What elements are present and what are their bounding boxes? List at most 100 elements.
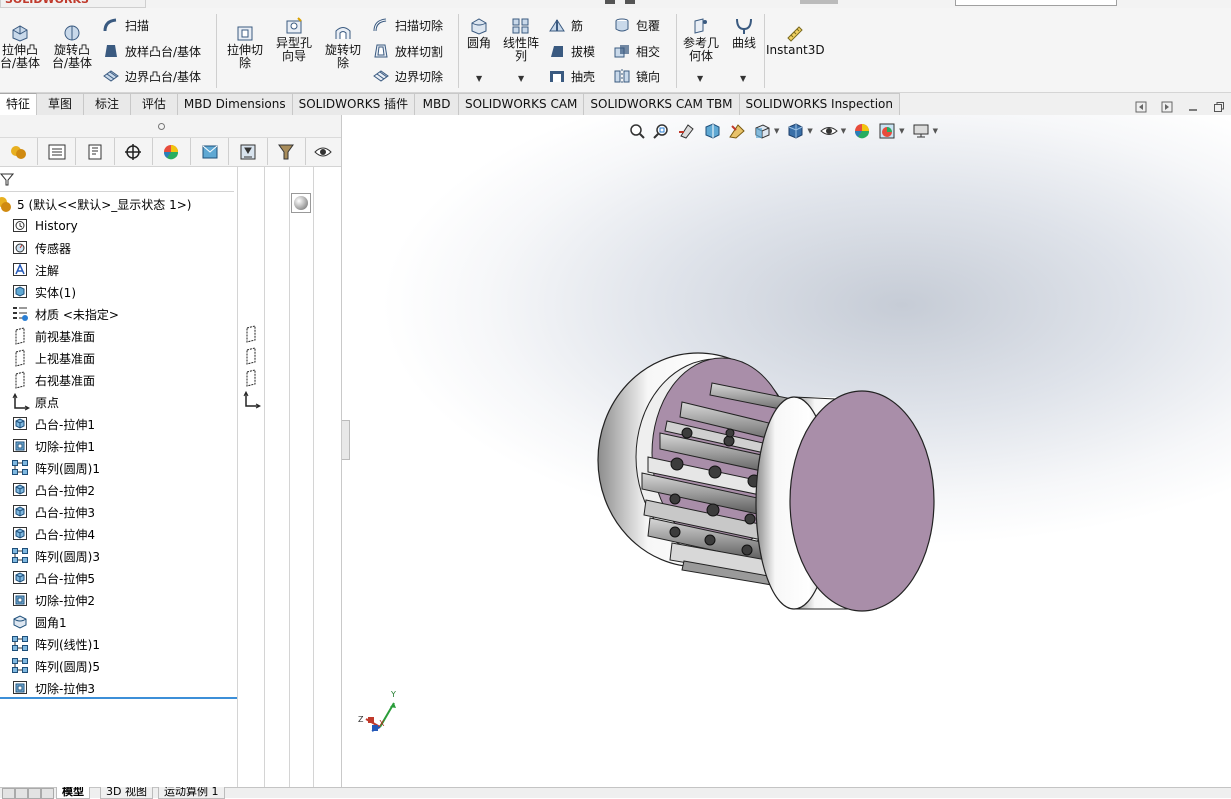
tab-features[interactable]: 特征	[0, 93, 38, 115]
tile-right-icon[interactable]	[1161, 101, 1173, 113]
hole-wizard-button[interactable]: 异型孔 向导	[271, 17, 317, 63]
tree-item[interactable]: 阵列(线性)1	[12, 633, 100, 655]
extrude-boss-button[interactable]: 拉伸凸 台/基体	[0, 24, 44, 70]
tree-item[interactable]: 传感器	[12, 237, 71, 259]
cam-feature-tab[interactable]	[191, 138, 230, 165]
tree-item-label: 原点	[35, 395, 60, 410]
tree-item[interactable]: 实体(1)	[12, 281, 76, 303]
draft-button[interactable]: 拔模	[548, 41, 595, 61]
solid-body-icon	[13, 285, 27, 298]
tree-item[interactable]: 阵列(圆周)3	[12, 545, 100, 567]
tree-item[interactable]: 前视基准面	[12, 325, 95, 347]
tree-item[interactable]: 凸台-拉伸2	[12, 479, 95, 501]
toolbar-button[interactable]	[800, 0, 838, 4]
tab-mbd[interactable]: MBD	[415, 93, 459, 115]
menu-button[interactable]	[625, 0, 635, 4]
tree-item[interactable]: 切除-拉伸3	[12, 677, 95, 699]
cam-tool-tab[interactable]	[268, 138, 306, 165]
feature-manager-tab[interactable]	[0, 138, 39, 165]
tree-item[interactable]: 凸台-拉伸3	[12, 501, 95, 523]
minimize-icon[interactable]	[1187, 101, 1199, 113]
tile-left-icon[interactable]	[1135, 101, 1147, 113]
next-tab-icon[interactable]	[28, 788, 41, 799]
tab-markup[interactable]: 标注	[83, 93, 131, 115]
panel-collapse-handle[interactable]	[342, 420, 350, 460]
tree-item[interactable]: 右视基准面	[12, 369, 95, 391]
loft-boss-button[interactable]: 放样凸台/基体	[102, 41, 201, 61]
rollback-bar[interactable]	[0, 697, 237, 699]
menu-button[interactable]	[605, 0, 615, 4]
tab-model[interactable]: 模型	[56, 787, 90, 799]
tab-solidworks-cam[interactable]: SOLIDWORKS CAM	[458, 93, 585, 115]
tab-solidworks-inspection[interactable]: SOLIDWORKS Inspection	[739, 93, 901, 115]
tree-item[interactable]: 凸台-拉伸4	[12, 523, 95, 545]
fillet-dropdown-icon[interactable]: ▼	[476, 74, 482, 83]
tab-sketch[interactable]: 草图	[37, 93, 84, 115]
linear-pattern-button[interactable]: 线性阵 列	[499, 17, 543, 63]
tree-item-label: 传感器	[35, 241, 72, 256]
wrap-button[interactable]: 包覆	[613, 15, 660, 35]
extrude-cut-button[interactable]: 拉伸切 除	[222, 24, 268, 70]
intersect-button[interactable]: 相交	[613, 41, 660, 61]
boundary-boss-button[interactable]: 边界凸台/基体	[102, 66, 201, 86]
revolve-boss-button[interactable]: 旋转凸 台/基体	[48, 24, 96, 70]
pattern-dropdown-icon[interactable]: ▼	[518, 74, 524, 83]
sweep-button[interactable]: 扫描	[102, 15, 149, 35]
front-drum[interactable]	[755, 390, 935, 612]
sweep-cut-label: 扫描切除	[395, 18, 444, 33]
tab-evaluate[interactable]: 评估	[130, 93, 178, 115]
property-manager-tab[interactable]	[38, 138, 77, 165]
tree-item[interactable]: 切除-拉伸1	[12, 435, 95, 457]
last-tab-icon[interactable]	[41, 788, 54, 799]
tree-item[interactable]: 注解	[12, 259, 59, 281]
tree-root[interactable]: 5 (默认<<默认>_显示状态 1>)	[0, 193, 191, 215]
panel-grip[interactable]	[0, 115, 341, 138]
fillet-button[interactable]: 圆角	[462, 17, 496, 50]
graphics-area[interactable]: ▼ ▼ ▼ ▼ ▼ Y Z X	[342, 101, 1231, 787]
tree-item[interactable]: 圆角1	[12, 611, 67, 633]
shell-button[interactable]: 抽壳	[548, 66, 595, 86]
tree-item[interactable]: 凸台-拉伸1	[12, 413, 95, 435]
tab-3d-views[interactable]: 3D 视图	[100, 787, 153, 799]
hole-wizard-label-2: 向导	[281, 49, 306, 63]
tab-solidworks-cam-tbm[interactable]: SOLIDWORKS CAM TBM	[584, 93, 740, 115]
extrude-boss-label-2: 台/基体	[0, 56, 41, 70]
tree-item[interactable]: 材质 <未指定>	[12, 303, 119, 325]
tree-item[interactable]: 阵列(圆周)1	[12, 457, 100, 479]
rib-button[interactable]: 筋	[548, 15, 583, 35]
tree-item[interactable]: 上视基准面	[12, 347, 95, 369]
tree-item[interactable]: 凸台-拉伸5	[12, 567, 95, 589]
restore-icon[interactable]	[1213, 101, 1225, 113]
model-canvas[interactable]	[342, 115, 1231, 787]
boundary-cut-button[interactable]: 边界切除	[372, 66, 443, 86]
instant3d-button[interactable]: Instant3D	[766, 24, 825, 57]
loft-cut-button[interactable]: 放样切割	[372, 41, 443, 61]
reference-geometry-button[interactable]: 参考几 何体	[680, 17, 722, 63]
tree-item-label: 凸台-拉伸2	[35, 483, 95, 498]
dimxpert-tab[interactable]	[115, 138, 153, 165]
tree-item[interactable]: History	[12, 215, 78, 237]
tree-item[interactable]: 阵列(圆周)5	[12, 655, 100, 677]
cam-tree-tab[interactable]	[306, 138, 341, 165]
tree-item[interactable]: 切除-拉伸2	[12, 589, 95, 611]
tab-mbd-dimensions[interactable]: MBD Dimensions	[177, 93, 293, 115]
search-input[interactable]	[955, 0, 1117, 6]
loft-boss-icon	[105, 45, 117, 57]
reference-geometry-icon	[694, 18, 707, 34]
tree-item[interactable]: 原点	[12, 391, 59, 413]
tab-motion-study[interactable]: 运动算例 1	[158, 787, 225, 799]
mirror-button[interactable]: 镜向	[613, 66, 660, 86]
tree-filter[interactable]	[0, 167, 234, 192]
first-tab-icon[interactable]	[2, 788, 15, 799]
cam-operation-tab[interactable]	[229, 138, 268, 165]
sweep-cut-button[interactable]: 扫描切除	[372, 15, 443, 35]
configuration-manager-tab[interactable]	[76, 138, 115, 165]
reference-geometry-dropdown-icon[interactable]: ▼	[697, 74, 703, 83]
revolve-cut-button[interactable]: 旋转切 除	[320, 24, 366, 70]
tab-solidworks-addins[interactable]: SOLIDWORKS 插件	[292, 93, 416, 115]
display-manager-tab[interactable]	[153, 138, 192, 165]
prev-tab-icon[interactable]	[15, 788, 28, 799]
curves-dropdown-icon[interactable]: ▼	[740, 74, 746, 83]
curves-button[interactable]: 曲线	[726, 17, 762, 50]
display-state-icon[interactable]	[291, 193, 311, 213]
